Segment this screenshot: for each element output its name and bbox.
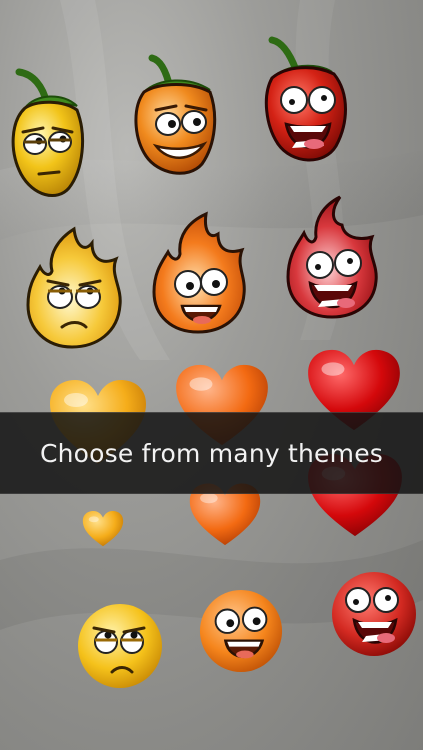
red-flame-scream-icon[interactable] — [282, 195, 382, 320]
red-face-scream-icon[interactable] — [330, 570, 418, 658]
orange-flame-happy-icon[interactable] — [148, 210, 248, 335]
banner-caption: Choose from many themes — [39, 438, 383, 468]
caption-banner: Choose from many themes — [0, 412, 423, 494]
orange-face-happy-icon[interactable] — [198, 588, 284, 674]
red-pepper-scream-icon[interactable] — [262, 36, 362, 171]
yellow-flame-annoyed-icon[interactable] — [22, 225, 127, 350]
orange-pepper-grin-icon[interactable] — [130, 52, 230, 187]
yellow-heart-small-icon — [82, 510, 124, 548]
yellow-face-rolling-eyes-icon[interactable] — [76, 602, 164, 690]
yellow-pepper-bored-icon[interactable] — [5, 66, 100, 206]
